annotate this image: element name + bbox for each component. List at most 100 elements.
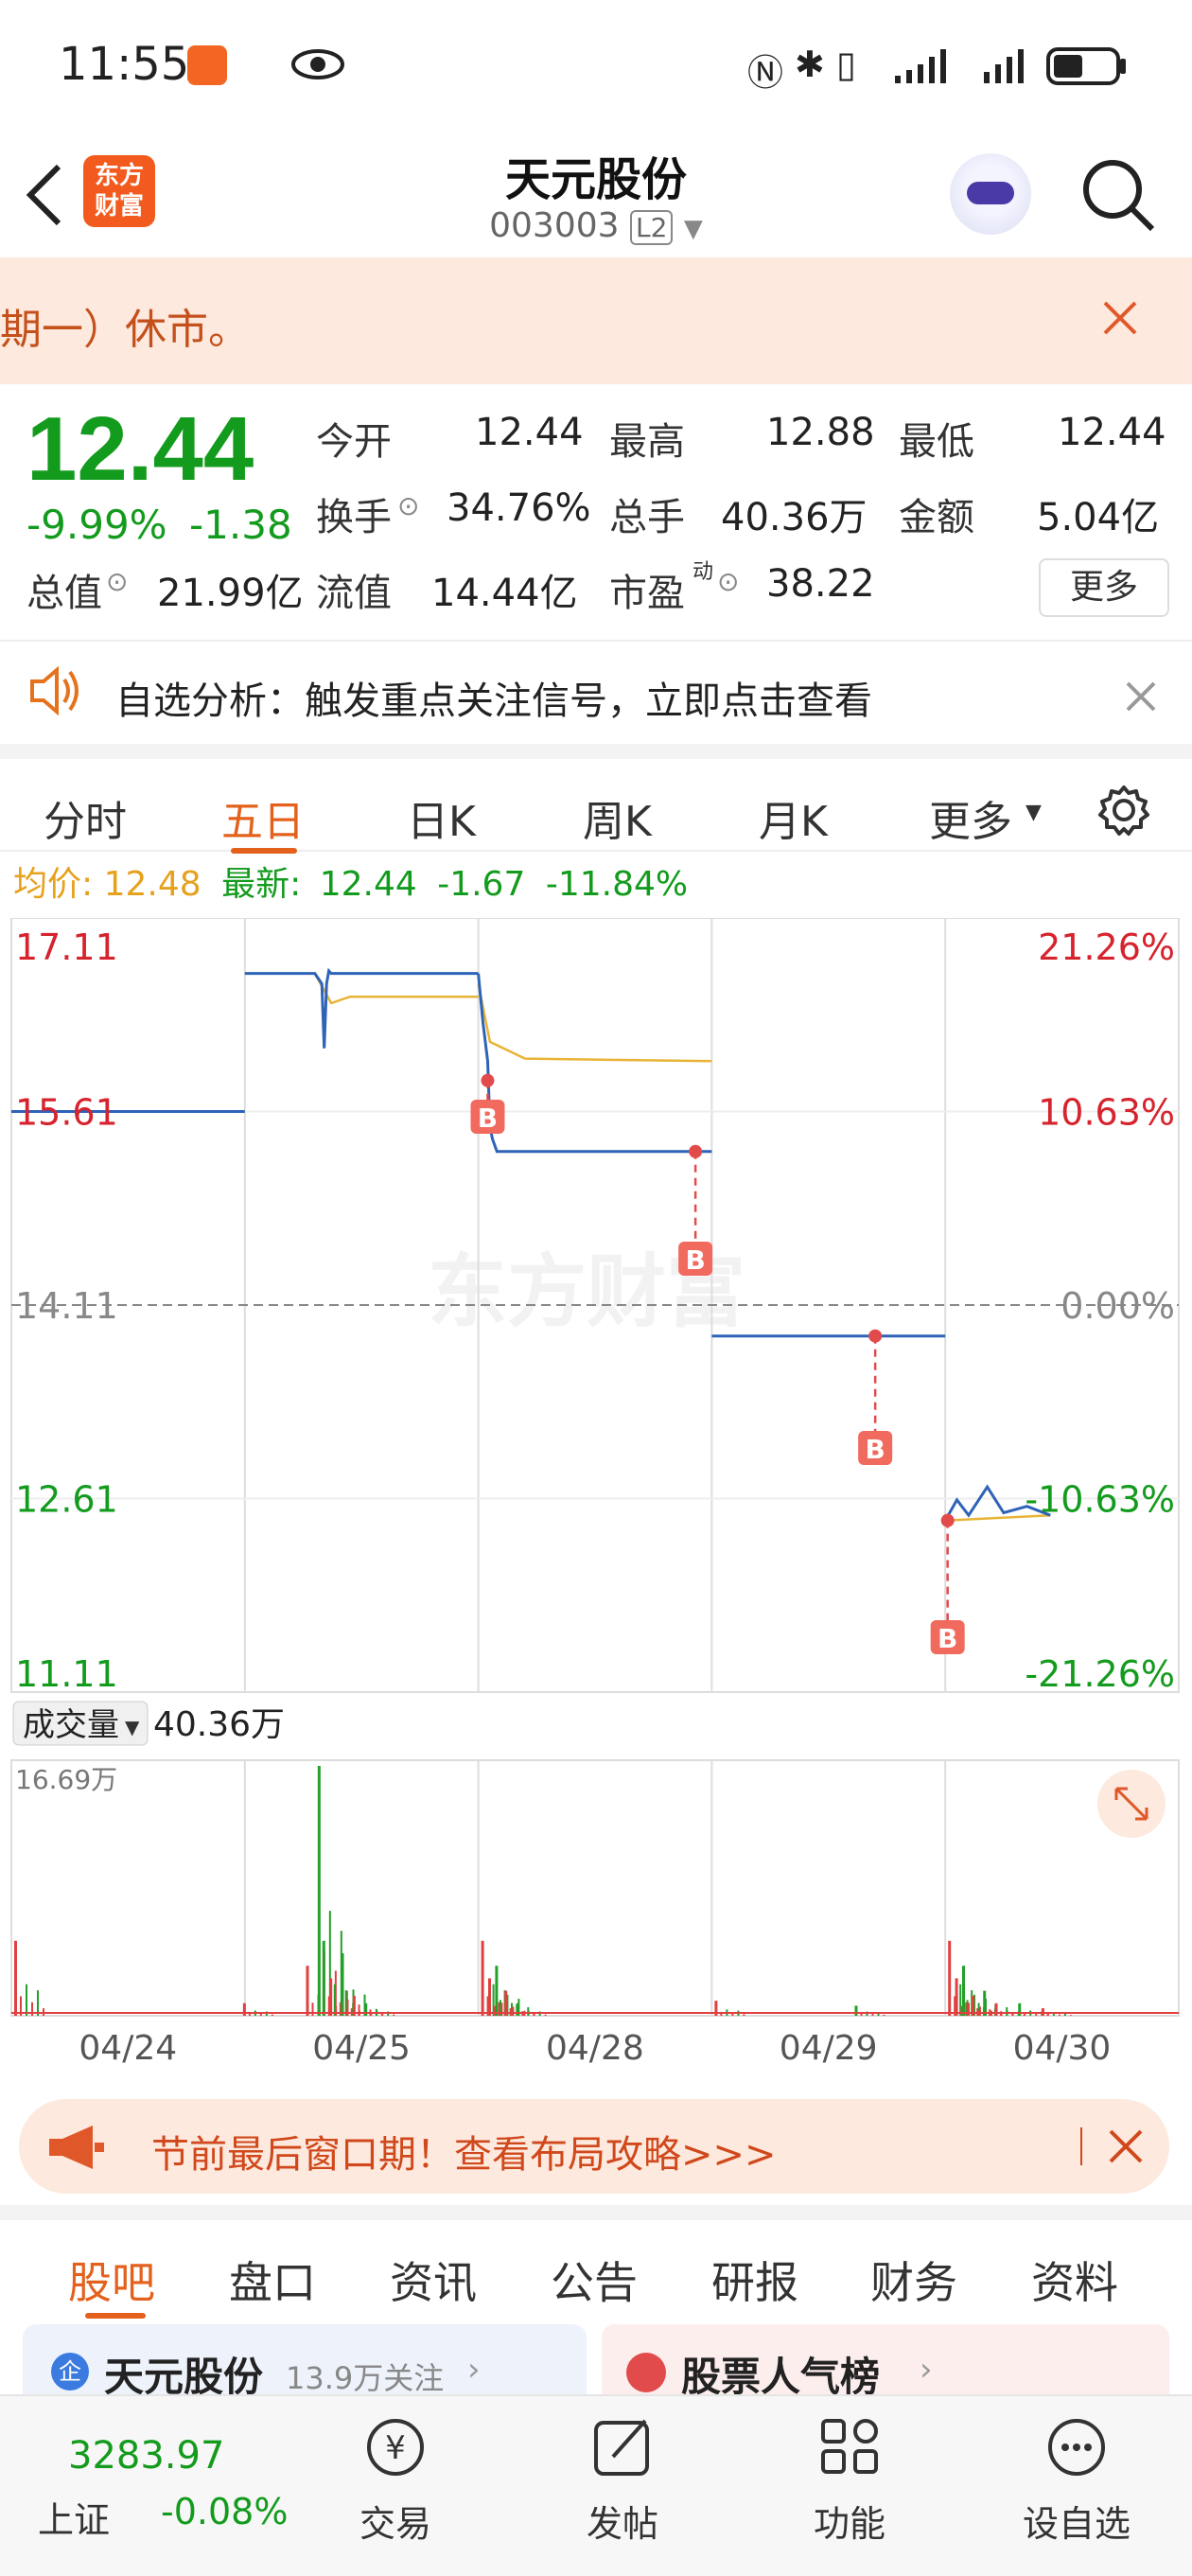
index-ticker[interactable]: 3283.97 上证 -0.08% <box>0 2396 312 2576</box>
chart-period-tabs: 分时 五日 日K 周K 月K 更多 ▼ <box>0 744 1192 854</box>
tab-guba[interactable]: 股吧 <box>68 2249 155 2311</box>
chevron-down-icon: ▼ <box>683 215 703 243</box>
analysis-alert[interactable]: 自选分析：触发重点关注信号，立即点击查看 <box>0 640 1192 746</box>
nav-add-watchlist[interactable]: 设自选 <box>1001 2415 1152 2547</box>
volume-bar <box>393 2014 395 2016</box>
volume-total: 40.36万 <box>153 1705 285 1744</box>
latest-value: 12.44 <box>319 865 417 904</box>
tab-five-day[interactable]: 五日 <box>221 787 305 848</box>
index-value: 3283.97 <box>68 2434 225 2478</box>
volume-bar <box>1046 2013 1049 2016</box>
vibrate-icon: ▯ <box>836 44 856 85</box>
avg-price-line <box>477 983 712 1063</box>
robot-assistant-icon[interactable] <box>950 153 1031 235</box>
volume-bar <box>242 2003 246 2016</box>
buy-marker-label: B <box>865 1434 885 1465</box>
tab-daily-k[interactable]: 日K <box>407 787 476 848</box>
alert-text: 自选分析：触发重点关注信号，立即点击查看 <box>115 679 872 723</box>
tab-news[interactable]: 资讯 <box>390 2249 477 2311</box>
volume-bar <box>1069 2015 1072 2016</box>
mktcap-label: 总值 <box>26 572 102 615</box>
eye-icon <box>291 49 344 79</box>
promo-banner[interactable]: 节前最后窗口期！查看布局攻略>>> <box>19 2099 1169 2194</box>
y-right-tick: 10.63% <box>1038 1092 1175 1134</box>
nav-post-label: 发帖 <box>586 2503 658 2545</box>
close-icon[interactable] <box>1101 299 1139 337</box>
volume-label: 总手 <box>609 496 685 539</box>
date-label: 04/28 <box>546 2029 644 2068</box>
volume-bar <box>335 2005 338 2016</box>
buy-marker-dot <box>689 1144 703 1158</box>
nav-trade[interactable]: ¥ 交易 <box>320 2415 471 2547</box>
close-icon[interactable] <box>1107 2127 1145 2165</box>
amount-label: 金额 <box>899 496 974 539</box>
promo-text: 节前最后窗口期！查看布局攻略>>> <box>151 2133 777 2177</box>
low-value: 12.44 <box>1058 411 1166 454</box>
signal-icon <box>895 49 946 83</box>
date-axis: 04/24 04/25 04/28 04/29 04/30 <box>0 2025 1192 2073</box>
volume-bar <box>512 2006 515 2016</box>
index-change: -0.08% <box>161 2491 289 2532</box>
edit-post-icon <box>594 2419 649 2476</box>
more-button[interactable]: 更多 <box>1039 558 1169 617</box>
tab-pankou[interactable]: 盘口 <box>229 2249 316 2311</box>
volume-bar <box>329 1978 333 2016</box>
buy-marker-label: B <box>478 1103 498 1134</box>
nav-post[interactable]: 发帖 <box>547 2415 698 2547</box>
level-badge: L2 <box>630 210 674 245</box>
volume-bar <box>743 2014 745 2016</box>
five-day-chart[interactable]: 东方财富 BBBB 17.11 21.26%15.61 10.63%14.11 0.0… <box>0 918 1192 2025</box>
search-icon[interactable] <box>1080 157 1156 233</box>
price-line <box>477 973 712 1154</box>
tab-more[interactable]: 更多 <box>929 787 1012 848</box>
volume-bar <box>994 2003 998 2016</box>
market-notice-banner[interactable]: 期一）休市。 <box>0 257 1192 384</box>
info-icon[interactable]: ⊙ <box>397 490 419 521</box>
nav-functions[interactable]: 功能 <box>774 2415 925 2547</box>
app-notification-icon <box>187 45 227 85</box>
battery-icon <box>1046 47 1126 85</box>
tab-intraday[interactable]: 分时 <box>44 787 127 848</box>
volume-bar <box>306 1966 309 2016</box>
turnover-value: 34.76% <box>447 486 591 530</box>
volume-bar <box>962 1966 966 2016</box>
float-label: 流值 <box>316 572 392 615</box>
volume-bar <box>26 1984 27 2016</box>
current-price: 12.44 <box>26 398 254 500</box>
info-icon[interactable]: ⊙ <box>106 566 128 597</box>
nav-trade-label: 交易 <box>359 2503 431 2545</box>
volume-bar <box>14 1940 17 2016</box>
quote-panel: 12.44 -9.99% -1.38 今开 12.44 最高 12.88 最低 … <box>0 384 1192 640</box>
settings-gear-icon[interactable] <box>1097 784 1150 837</box>
avg-label: 均价: <box>13 865 94 904</box>
tab-weekly-k[interactable]: 周K <box>583 787 652 848</box>
float-value: 14.44亿 <box>431 572 578 615</box>
info-icon[interactable]: ⊙ <box>717 566 739 597</box>
stock-forum-card[interactable]: 企 天元股份 13.9万关注 › <box>23 2324 587 2400</box>
latest-change-pct: -11.84% <box>545 865 689 904</box>
popularity-rank-card[interactable]: 股票人气榜 › <box>602 2324 1169 2400</box>
svg-text:¥: ¥ <box>385 2429 406 2467</box>
close-icon[interactable] <box>1124 679 1158 714</box>
tab-profile[interactable]: 资料 <box>1031 2249 1118 2311</box>
status-time: 11:55 <box>59 38 190 91</box>
nav-functions-label: 功能 <box>813 2503 885 2545</box>
chart-info-bar: 均价: 12.48 最新: 12.44 -1.67 -11.84% <box>13 856 688 906</box>
rank-chart-icon <box>626 2353 666 2392</box>
y-right-tick: -21.26% <box>1025 1653 1175 1695</box>
y-right-tick: 0.00% <box>1061 1285 1175 1327</box>
avg-value: 12.48 <box>103 865 202 904</box>
tab-research[interactable]: 研报 <box>711 2249 798 2311</box>
volume-bar <box>481 1940 484 2016</box>
volume-bar <box>37 1990 39 2016</box>
high-label: 最高 <box>609 420 685 464</box>
open-value: 12.44 <box>475 411 584 454</box>
tab-monthly-k[interactable]: 月K <box>759 787 828 848</box>
tab-announcements[interactable]: 公告 <box>551 2249 638 2311</box>
divider <box>1080 2127 1082 2165</box>
buy-marker-label: B <box>685 1244 705 1276</box>
volume-bar <box>341 1953 344 2016</box>
volume-max-label: 16.69万 <box>15 1764 117 1795</box>
tab-financials[interactable]: 财务 <box>870 2249 957 2311</box>
card-followers: 13.9万关注 <box>286 2360 445 2396</box>
